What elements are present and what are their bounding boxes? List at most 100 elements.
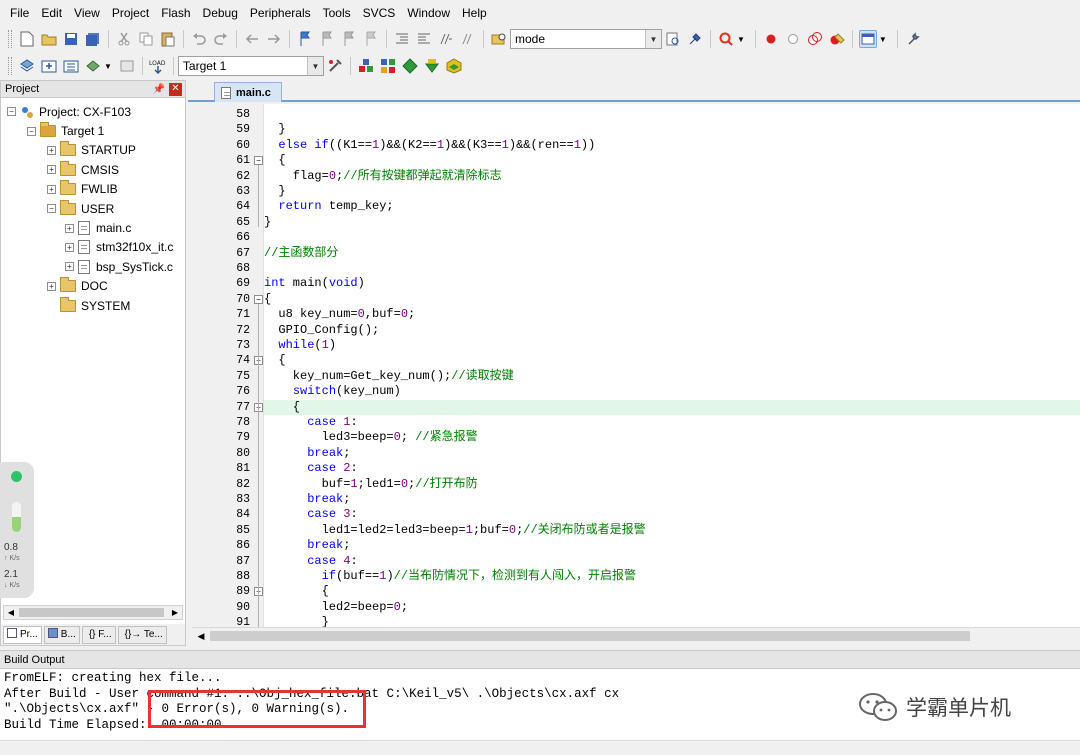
code-line[interactable]: switch(key_num) [264,384,1080,399]
code-line[interactable]: led2=beep=0; [264,600,1080,615]
prev-bookmark-icon[interactable] [318,30,336,48]
code-line[interactable]: int main(void) [264,276,1080,291]
code-line[interactable]: case 4: [264,554,1080,569]
save-all-icon[interactable] [84,30,102,48]
templates-tab[interactable]: {}→ Te... [117,625,167,644]
chevron-down-icon[interactable]: ▼ [645,30,661,48]
expand-icon[interactable]: + [65,262,74,272]
tree-item-folder[interactable]: + CMSIS [1,160,185,179]
uncomment-icon[interactable] [459,30,477,48]
editor-horizontal-scrollbar[interactable]: ◀ [192,627,1080,644]
code-text[interactable]: } else if((K1==1)&&(K2==1)&&(K3==1)&&(re… [264,104,1080,627]
code-line[interactable]: key_num=Get_key_num();//读取按键 [264,369,1080,384]
tree-item-folder[interactable]: + STARTUP [1,141,185,160]
tree-item-file[interactable]: + stm32f10x_it.c [1,238,185,257]
indent-icon[interactable] [393,30,411,48]
tree-item-project[interactable]: − Project: CX-F103 [1,102,185,121]
select-packs-icon[interactable] [401,57,419,75]
code-line[interactable]: } [264,122,1080,137]
configure-wrench-icon[interactable] [904,30,922,48]
scrollbar-thumb[interactable] [210,631,970,641]
books-tab[interactable]: B... [43,625,80,644]
current-code-line[interactable]: { [264,399,1080,415]
tree-item-folder[interactable]: − USER [1,199,185,218]
menu-help[interactable]: Help [456,0,493,26]
kill-all-breakpoints-icon[interactable] [828,30,846,48]
target-options-icon[interactable] [326,57,344,75]
open-folder-icon[interactable] [40,30,58,48]
expand-icon[interactable]: + [65,242,74,252]
code-line[interactable]: case 1: [264,415,1080,430]
unindent-icon[interactable] [415,30,433,48]
fold-collapse-icon[interactable]: − [254,294,263,304]
disable-all-breakpoints-icon[interactable] [806,30,824,48]
pin-icon[interactable]: 📌 [153,84,165,95]
build-output-scrollbar[interactable] [0,740,1080,755]
code-line[interactable]: { [264,153,1080,168]
project-horizontal-scrollbar[interactable]: ◀ ▶ [3,605,183,620]
bookmark-icon[interactable] [296,30,314,48]
toolbar-grip[interactable] [8,57,12,75]
code-line[interactable]: { [264,584,1080,599]
comment-icon[interactable] [437,30,455,48]
target-select[interactable]: Target 1 ▼ [177,56,324,76]
batch-build-icon[interactable] [84,57,102,75]
tree-item-target[interactable]: − Target 1 [1,121,185,140]
code-line[interactable]: if(buf==1)//当布防情况下，检测到有人闯入，开启报警 [264,569,1080,584]
breakpoint-icon[interactable] [762,30,780,48]
code-line[interactable]: case 2: [264,461,1080,476]
code-line[interactable]: } [264,615,1080,627]
toolbar-grip[interactable] [8,30,12,48]
find-in-files-icon[interactable] [490,30,508,48]
code-line[interactable]: led1=led2=led3=beep=1;buf=0;//关闭布防或者是报警 [264,523,1080,538]
menu-debug[interactable]: Debug [197,0,244,26]
pack-installer-icon[interactable] [423,57,441,75]
menu-file[interactable]: File [4,0,35,26]
code-line[interactable]: //主函数部分 [264,246,1080,261]
collapse-icon[interactable]: − [7,107,16,117]
collapse-icon[interactable]: − [27,126,36,136]
code-line[interactable]: { [264,353,1080,368]
copy-icon[interactable] [137,30,155,48]
code-line[interactable]: case 3: [264,507,1080,522]
functions-tab[interactable]: {} F... [81,625,116,644]
build-icon[interactable] [40,57,58,75]
incremental-find-icon[interactable] [686,30,704,48]
chevron-down-icon[interactable]: ▼ [879,35,887,44]
expand-icon[interactable]: + [47,165,56,175]
expand-icon[interactable]: + [65,223,74,233]
file-extensions-icon[interactable] [357,57,375,75]
cut-icon[interactable] [115,30,133,48]
menu-project[interactable]: Project [106,0,155,26]
code-line[interactable]: while(1) [264,338,1080,353]
code-line[interactable]: break; [264,538,1080,553]
collapse-icon[interactable]: − [47,204,56,214]
code-line[interactable]: GPIO_Config(); [264,323,1080,338]
redo-icon[interactable] [212,30,230,48]
window-layout-icon[interactable] [858,30,877,48]
code-line[interactable]: } [264,215,1080,230]
tree-item-folder[interactable]: + FWLIB [1,180,185,199]
undo-icon[interactable] [190,30,208,48]
code-line[interactable] [264,107,1080,122]
menu-view[interactable]: View [68,0,106,26]
code-line[interactable]: u8 key_num=0,buf=0; [264,307,1080,322]
project-tab[interactable]: Pr... [3,625,42,644]
menu-window[interactable]: Window [401,0,456,26]
chevron-down-icon[interactable]: ▼ [306,57,323,75]
clear-bookmarks-icon[interactable] [362,30,380,48]
code-line[interactable] [264,230,1080,245]
code-editor[interactable]: 58596061−626364656667686970−71727374−757… [192,104,1080,627]
expand-icon[interactable]: + [47,145,56,155]
next-bookmark-icon[interactable] [340,30,358,48]
code-line[interactable]: led3=beep=0; //紧急报警 [264,430,1080,445]
scrollbar-thumb[interactable] [19,608,164,617]
code-line[interactable]: flag=0;//所有按键都弹起就清除标志 [264,169,1080,184]
menu-svcs[interactable]: SVCS [357,0,402,26]
menu-edit[interactable]: Edit [35,0,68,26]
disable-breakpoint-icon[interactable] [784,30,802,48]
new-file-icon[interactable] [18,30,36,48]
navigate-forward-icon[interactable] [265,30,283,48]
code-line[interactable]: break; [264,446,1080,461]
paste-icon[interactable] [159,30,177,48]
